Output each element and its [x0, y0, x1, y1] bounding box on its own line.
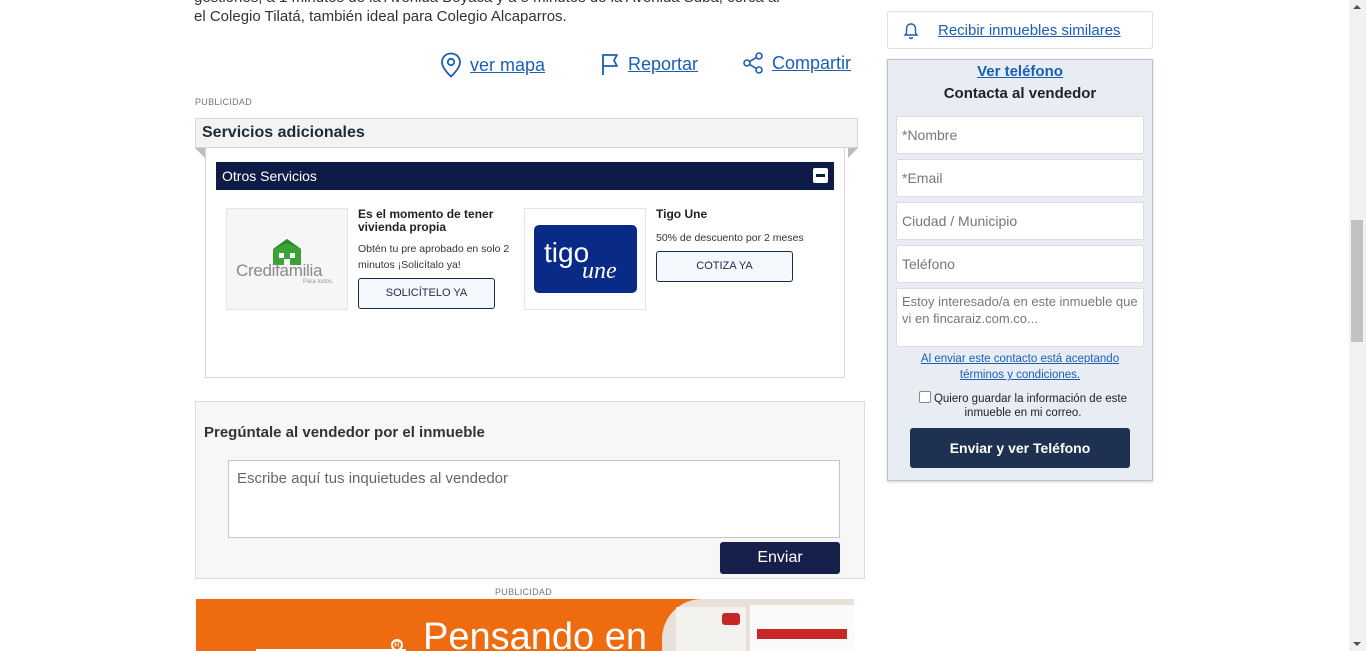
message-field[interactable]: Estoy interesado/a en este inmueble que …: [896, 288, 1144, 347]
terms-link[interactable]: Al enviar este contacto está aceptando t…: [908, 351, 1132, 383]
credifamilia-wordmark: Credifamilia: [236, 261, 323, 280]
flag-icon: [602, 54, 618, 75]
ad-banner[interactable]: R Pensando en: [196, 599, 854, 651]
submit-contact-button[interactable]: Enviar y ver Teléfono: [910, 428, 1130, 468]
credifamilia-info: Es el momento de tener vivienda propia O…: [358, 208, 518, 309]
similar-properties-label: Recibir inmuebles similares: [938, 22, 1121, 39]
save-info-option: Quiero guardar la información de este in…: [913, 391, 1133, 420]
map-pin-icon: [441, 52, 461, 78]
banner-text: Pensando en: [423, 616, 647, 651]
credifamilia-title: Es el momento de tener vivienda propia: [358, 207, 494, 234]
tigo-logo[interactable]: tigo une: [524, 208, 646, 310]
ad-label-bottom: PUBLICIDAD: [495, 587, 553, 597]
ask-seller-box: Pregúntale al vendedor por el inmueble E…: [195, 401, 865, 579]
additional-services: Servicios adicionales Otros Servicios Cr…: [195, 118, 858, 379]
share-label: Compartir: [772, 52, 852, 73]
contact-seller-form: Ver teléfono Contacta al vendedor *Nombr…: [887, 59, 1153, 481]
contact-title: Contacta al vendedor: [943, 85, 1097, 102]
scrollbar-thumb[interactable]: [1351, 220, 1363, 342]
ad-label: PUBLICIDAD: [195, 97, 253, 107]
services-box: Otros Servicios Credifamilia Para todos.…: [205, 148, 845, 378]
show-phone-link[interactable]: Ver teléfono: [888, 63, 1152, 80]
city-field[interactable]: Ciudad / Municipio: [896, 202, 1144, 240]
credifamilia-desc: Obtén tu pre aprobado en solo 2 minutos …: [358, 243, 510, 271]
view-map-label: ver mapa: [470, 54, 546, 75]
listing-actions: ver mapa Reportar Compartir: [440, 50, 860, 80]
similar-properties-alert[interactable]: Recibir inmuebles similares: [887, 11, 1153, 49]
registered-mark-icon: R: [391, 639, 403, 651]
credifamilia-tagline: Para todos.: [303, 279, 334, 285]
listing-page: gestiones, a 1 minutos de la Avenida Boy…: [0, 0, 1366, 651]
collapse-icon[interactable]: [813, 168, 828, 183]
email-field[interactable]: *Email: [896, 159, 1144, 197]
other-services-bar[interactable]: Otros Servicios: [216, 162, 834, 190]
share-link[interactable]: Compartir: [742, 52, 851, 74]
services-heading: Servicios adicionales: [195, 118, 858, 148]
ribbon-fold-right: [848, 148, 858, 158]
scroll-up-icon[interactable]: [1353, 5, 1361, 9]
other-services-title: Otros Servicios: [222, 168, 317, 184]
question-textarea[interactable]: Escribe aquí tus inquietudes al vendedor: [228, 460, 840, 538]
tigo-info: Tigo Une 50% de descuento por 2 meses CO…: [656, 208, 816, 282]
phone-field[interactable]: Teléfono: [896, 245, 1144, 283]
scroll-down-icon[interactable]: [1353, 642, 1361, 646]
ask-seller-title: Pregúntale al vendedor por el inmueble: [204, 424, 485, 441]
une-wordmark: une: [582, 258, 617, 284]
report-link[interactable]: Reportar: [600, 52, 698, 76]
view-map-link[interactable]: ver mapa: [440, 52, 545, 78]
tigo-button[interactable]: COTIZA YA: [656, 251, 793, 282]
tigo-logo-badge: tigo une: [534, 225, 637, 293]
credifamilia-house-icon: [273, 239, 301, 265]
save-info-label: Quiero guardar la información de este in…: [933, 393, 1128, 419]
name-field[interactable]: *Nombre: [896, 116, 1144, 154]
save-info-checkbox[interactable]: [918, 391, 931, 403]
tigo-desc: 50% de descuento por 2 meses: [656, 232, 804, 244]
bell-icon: [903, 23, 919, 40]
tigo-title: Tigo Une: [656, 207, 708, 221]
credifamilia-logo[interactable]: Credifamilia Para todos.: [226, 208, 348, 310]
ribbon-fold-left: [195, 148, 205, 158]
send-question-button[interactable]: Enviar: [720, 542, 840, 574]
banner-store-image: [662, 599, 854, 651]
credifamilia-button[interactable]: SOLICÍTELO YA: [358, 278, 495, 309]
page-scrollbar[interactable]: [1349, 0, 1366, 651]
report-label: Reportar: [628, 53, 699, 74]
share-icon: [743, 52, 763, 74]
description-line: el Colegio Tilatá, también ideal para Co…: [194, 8, 567, 25]
